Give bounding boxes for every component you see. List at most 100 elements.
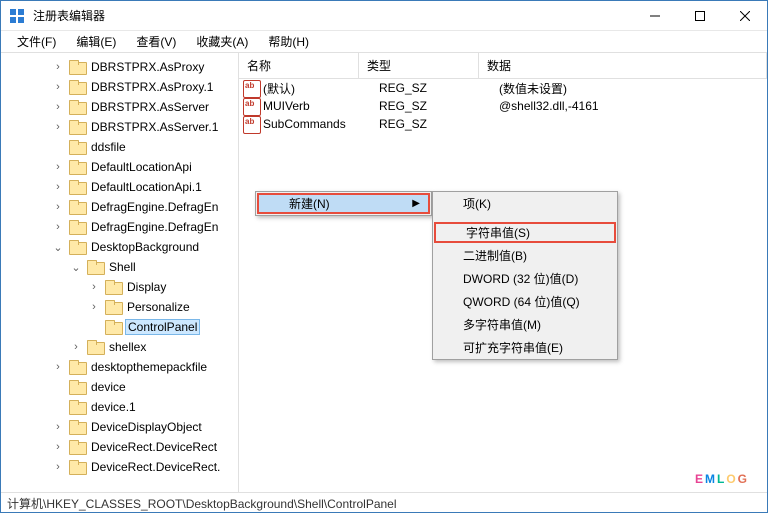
tree-node[interactable]: › DBRSTPRX.AsServer.1 xyxy=(1,117,238,137)
tree-node[interactable]: ddsfile xyxy=(1,137,238,157)
statusbar: 计算机\HKEY_CLASSES_ROOT\DesktopBackground\… xyxy=(1,492,767,512)
folder-icon xyxy=(69,200,85,214)
expand-icon[interactable]: › xyxy=(51,181,65,193)
tree-node[interactable]: ControlPanel xyxy=(1,317,238,337)
expand-icon[interactable]: › xyxy=(51,201,65,213)
table-row[interactable]: MUIVerbREG_SZ@shell32.dll,-4161 xyxy=(239,97,767,115)
folder-icon xyxy=(69,60,85,74)
tree-node-label: ControlPanel xyxy=(125,319,200,335)
ctx-multi-string-value[interactable]: 多字符串值(M) xyxy=(433,313,617,336)
expand-icon[interactable]: › xyxy=(69,341,83,353)
cell-type: REG_SZ xyxy=(379,99,499,113)
menu-help[interactable]: 帮助(H) xyxy=(258,31,319,52)
expand-icon[interactable]: › xyxy=(87,281,101,293)
tree-node[interactable]: ›DeviceRect.DeviceRect. xyxy=(1,457,238,477)
tree-node-label: DeviceRect.DeviceRect xyxy=(89,440,219,454)
tree-node-label: DBRSTPRX.AsServer xyxy=(89,100,211,114)
folder-icon xyxy=(105,280,121,294)
tree-node[interactable]: › DefragEngine.DefragEn xyxy=(1,197,238,217)
column-type[interactable]: 类型 xyxy=(359,53,479,78)
folder-icon xyxy=(69,120,85,134)
tree-node-label: DBRSTPRX.AsProxy xyxy=(89,60,206,74)
cell-name: MUIVerb xyxy=(263,99,379,113)
expand-icon[interactable]: › xyxy=(51,121,65,133)
expand-icon[interactable]: › xyxy=(51,161,65,173)
tree-node[interactable]: › DBRSTPRX.AsProxy.1 xyxy=(1,77,238,97)
watermark: EMLOG xyxy=(695,472,749,486)
expand-icon[interactable]: › xyxy=(51,461,65,473)
tree-node[interactable]: device xyxy=(1,377,238,397)
tree-node[interactable]: › DBRSTPRX.AsServer xyxy=(1,97,238,117)
column-data[interactable]: 数据 xyxy=(479,53,767,78)
tree-node[interactable]: › Personalize xyxy=(1,297,238,317)
tree-node[interactable]: ⌄ Shell xyxy=(1,257,238,277)
folder-icon xyxy=(69,460,85,474)
menu-file[interactable]: 文件(F) xyxy=(7,31,66,52)
expand-icon[interactable]: › xyxy=(51,361,65,373)
folder-icon xyxy=(69,180,85,194)
menu-favorites[interactable]: 收藏夹(A) xyxy=(186,31,258,52)
expand-icon[interactable]: ⌄ xyxy=(51,241,65,254)
folder-icon xyxy=(69,160,85,174)
cell-name: SubCommands xyxy=(263,117,379,131)
cell-name: (默认) xyxy=(263,80,379,97)
expand-icon[interactable]: › xyxy=(51,101,65,113)
expand-icon[interactable]: › xyxy=(51,421,65,433)
tree-node-label: DBRSTPRX.AsProxy.1 xyxy=(89,80,215,94)
close-button[interactable] xyxy=(722,1,767,30)
tree-node-label: DBRSTPRX.AsServer.1 xyxy=(89,120,220,134)
tree-node-label: DefragEngine.DefragEn xyxy=(89,200,220,214)
table-row[interactable]: SubCommandsREG_SZ xyxy=(239,115,767,133)
string-value-icon xyxy=(243,116,259,132)
column-name[interactable]: 名称 xyxy=(239,53,359,78)
cell-type: REG_SZ xyxy=(379,81,499,95)
app-icon xyxy=(9,8,25,24)
tree-node-label: desktopthemepackfile xyxy=(89,360,209,374)
tree-node[interactable]: › DefaultLocationApi.1 xyxy=(1,177,238,197)
tree-node[interactable]: ⌄DesktopBackground xyxy=(1,237,238,257)
ctx-binary-value[interactable]: 二进制值(B) xyxy=(433,244,617,267)
ctx-dword-value[interactable]: DWORD (32 位)值(D) xyxy=(433,267,617,290)
ctx-expand-string-value[interactable]: 可扩充字符串值(E) xyxy=(433,336,617,359)
expand-icon[interactable]: › xyxy=(51,61,65,73)
table-row[interactable]: (默认)REG_SZ(数值未设置) xyxy=(239,79,767,97)
menu-edit[interactable]: 编辑(E) xyxy=(66,31,126,52)
list-header: 名称 类型 数据 xyxy=(239,53,767,79)
expand-icon[interactable]: › xyxy=(87,301,101,313)
expand-icon[interactable]: ⌄ xyxy=(69,261,83,274)
tree-node-label: DefaultLocationApi.1 xyxy=(89,180,204,194)
tree-pane[interactable]: › DBRSTPRX.AsProxy › DBRSTPRX.AsProxy.1 › DBR… xyxy=(1,53,239,494)
folder-icon xyxy=(69,360,85,374)
ctx-qword-value[interactable]: QWORD (64 位)值(Q) xyxy=(433,290,617,313)
tree-node[interactable]: › Display xyxy=(1,277,238,297)
titlebar: 注册表编辑器 xyxy=(1,1,767,31)
tree-node[interactable]: › DeviceRect.DeviceRect xyxy=(1,437,238,457)
minimize-button[interactable] xyxy=(632,1,677,30)
expand-icon[interactable]: › xyxy=(51,81,65,93)
expand-icon[interactable]: › xyxy=(51,221,65,233)
tree-node-label: Display xyxy=(125,280,168,294)
tree-node[interactable]: ›DefaultLocationApi xyxy=(1,157,238,177)
tree-node[interactable]: ›DeviceDisplayObject xyxy=(1,417,238,437)
maximize-button[interactable] xyxy=(677,1,722,30)
tree-node[interactable]: device.1 xyxy=(1,397,238,417)
ctx-string-value[interactable]: 字符串值(S) xyxy=(434,222,616,243)
expand-icon[interactable]: › xyxy=(51,441,65,453)
window-title: 注册表编辑器 xyxy=(33,7,632,24)
tree-node-label: device.1 xyxy=(89,400,138,414)
folder-icon xyxy=(87,260,103,274)
ctx-new-label: 新建(N) xyxy=(289,195,330,212)
tree-node[interactable]: ›shellex xyxy=(1,337,238,357)
tree-node-label: ddsfile xyxy=(89,140,128,154)
tree-node-label: Shell xyxy=(107,260,138,274)
tree-node-label: Personalize xyxy=(125,300,192,314)
tree-node[interactable]: › DBRSTPRX.AsProxy xyxy=(1,57,238,77)
tree-node[interactable]: › desktopthemepackfile xyxy=(1,357,238,377)
list-rows: (默认)REG_SZ(数值未设置)MUIVerbREG_SZ@shell32.d… xyxy=(239,79,767,133)
folder-icon xyxy=(69,440,85,454)
ctx-key[interactable]: 项(K) xyxy=(433,192,617,215)
menu-view[interactable]: 查看(V) xyxy=(126,31,186,52)
folder-icon xyxy=(69,100,85,114)
tree-node[interactable]: ›DefragEngine.DefragEn xyxy=(1,217,238,237)
ctx-new[interactable]: 新建(N) ▶ xyxy=(257,193,430,214)
